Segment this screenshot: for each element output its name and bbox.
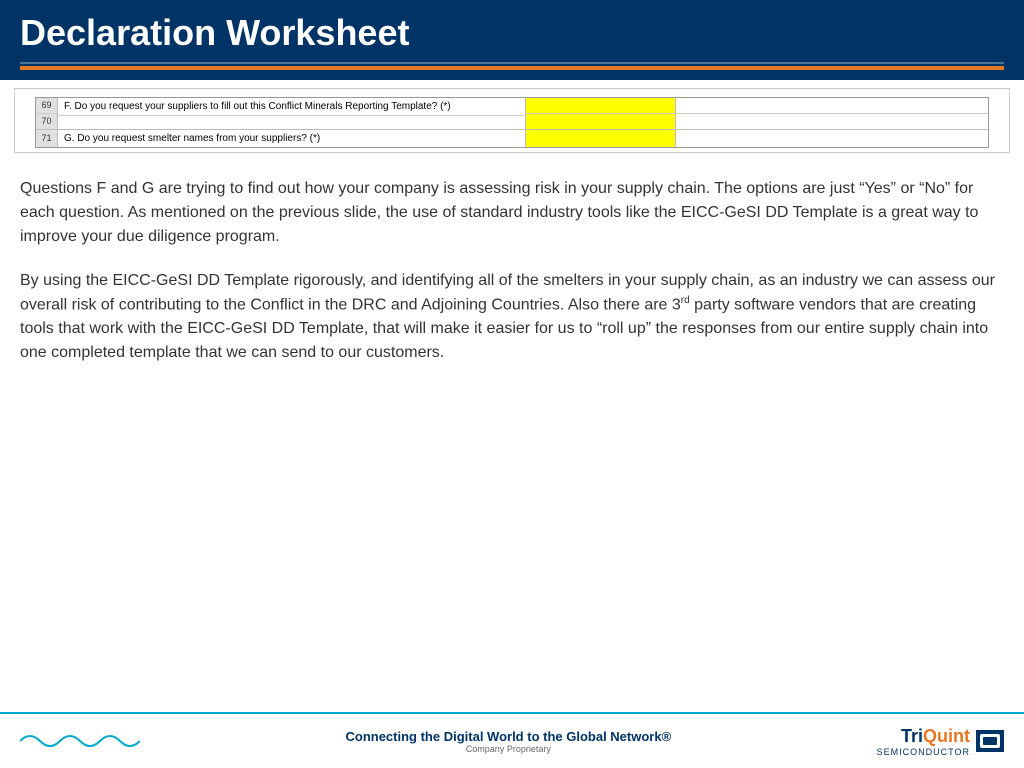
- footer-wave-icon: [20, 723, 140, 759]
- question-g: G. Do you request smelter names from you…: [58, 130, 525, 147]
- table-section: 69 70 F. Do you request your suppliers t…: [14, 88, 1010, 153]
- row-num-69: 69: [36, 98, 57, 114]
- table-row: 71 G. Do you request smelter names from …: [36, 130, 988, 147]
- header-decoration: [20, 60, 1004, 70]
- logo-chip-icon: [976, 730, 1004, 752]
- logo-quint: Quint: [923, 726, 970, 746]
- input-col-f: [676, 98, 988, 129]
- yellow-col-f: [526, 98, 676, 129]
- footer-tagline: Connecting the Digital World to the Glob…: [140, 729, 877, 744]
- main-content: Questions F and G are trying to find out…: [0, 161, 1024, 395]
- footer-logo: TriQuint SEMICONDUCTOR: [877, 726, 1004, 757]
- yellow-cell-f-1[interactable]: [526, 98, 675, 114]
- logo-row: TriQuint SEMICONDUCTOR: [877, 726, 1004, 757]
- logo-semi: SEMICONDUCTOR: [877, 747, 970, 757]
- row-numbers-col-g: 71: [36, 130, 58, 147]
- table-row: 69 70 F. Do you request your suppliers t…: [36, 98, 988, 130]
- input-cell-g-1[interactable]: [676, 130, 988, 147]
- logo-text-block: TriQuint SEMICONDUCTOR: [877, 726, 970, 757]
- paragraph-2: By using the EICC-GeSI DD Template rigor…: [20, 269, 1004, 365]
- footer-center: Connecting the Digital World to the Glob…: [140, 729, 877, 754]
- yellow-cell-g-1[interactable]: [526, 130, 675, 147]
- input-cell-f-2[interactable]: [676, 114, 988, 129]
- paragraph-1: Questions F and G are trying to find out…: [20, 177, 1004, 249]
- yellow-col-g: [526, 130, 676, 147]
- input-col-g: [676, 130, 988, 147]
- header-line-orange: [20, 66, 1004, 70]
- header-line-light: [20, 62, 1004, 64]
- logo-name: TriQuint: [877, 726, 970, 747]
- logo-tri: Tri: [901, 726, 923, 746]
- question-col-f: F. Do you request your suppliers to fill…: [58, 98, 526, 129]
- superscript-rd: rd: [681, 295, 690, 306]
- header: Declaration Worksheet: [0, 0, 1024, 80]
- yellow-cell-f-2[interactable]: [526, 114, 675, 129]
- question-f: F. Do you request your suppliers to fill…: [58, 98, 525, 116]
- question-f-empty: [58, 116, 525, 129]
- page-title: Declaration Worksheet: [20, 12, 1004, 54]
- footer-sub: Company Proprietary: [140, 744, 877, 754]
- input-cell-f-1[interactable]: [676, 98, 988, 114]
- row-numbers-col: 69 70: [36, 98, 58, 129]
- question-col-g: G. Do you request smelter names from you…: [58, 130, 526, 147]
- worksheet-table: 69 70 F. Do you request your suppliers t…: [35, 97, 989, 148]
- row-num-71: 71: [36, 131, 57, 146]
- footer: Connecting the Digital World to the Glob…: [0, 712, 1024, 768]
- row-num-70: 70: [36, 114, 57, 129]
